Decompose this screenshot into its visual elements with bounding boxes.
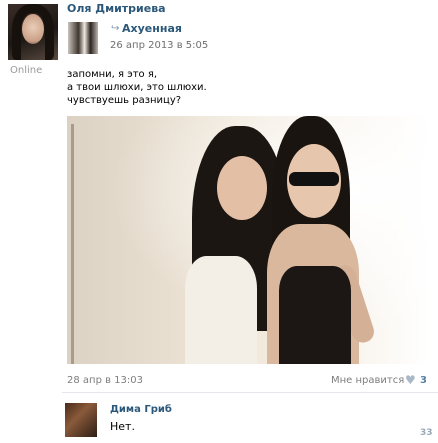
avatar-face — [22, 14, 44, 44]
post-text-line: запомни, я это я, — [67, 69, 158, 80]
post-text: запомни, я это я, а твои шлюхи, это шлюх… — [67, 68, 207, 107]
comment-author-name[interactable]: Дима Гриб — [110, 404, 172, 415]
source-thumbnail[interactable] — [68, 22, 98, 54]
post-text-line: чувствуешь разницу? — [67, 95, 182, 106]
photo-figure-right-dress — [279, 266, 351, 364]
like-count[interactable]: 3 — [420, 375, 427, 386]
comment-author-avatar[interactable] — [65, 403, 97, 437]
repost-arrow-icon: ↪ — [111, 23, 120, 34]
heart-icon[interactable]: ♥ — [405, 373, 416, 387]
post-photo[interactable] — [67, 116, 429, 364]
source-name[interactable]: Ахуенная — [122, 22, 182, 35]
post-text-line: а твои шлюхи, это шлюхи. — [67, 82, 207, 93]
photo-figure-left-face — [217, 156, 267, 220]
post-date[interactable]: 28 апр в 13:03 — [67, 375, 143, 386]
post-author-name[interactable]: Оля Дмитриева — [67, 2, 166, 15]
like-button[interactable]: Мне нравится — [331, 375, 404, 386]
comment-text: Нет. — [110, 420, 135, 433]
photo-figure-left-top — [185, 256, 257, 364]
author-avatar[interactable] — [8, 4, 58, 60]
photo-sunglasses — [289, 172, 339, 186]
comment-divider — [62, 392, 438, 393]
photo-pole — [71, 124, 74, 364]
comment-count: 33 — [420, 428, 433, 438]
online-status: Online — [10, 65, 43, 76]
source-date[interactable]: 26 апр 2013 в 5:05 — [110, 40, 208, 51]
